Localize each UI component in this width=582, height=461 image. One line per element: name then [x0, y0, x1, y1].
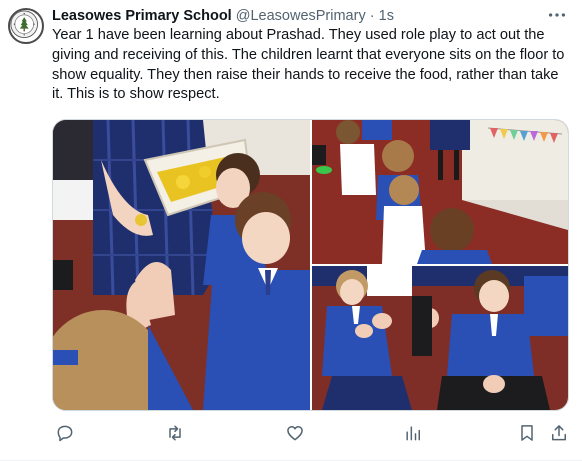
separator: ·: [369, 8, 375, 24]
like-button[interactable]: [282, 420, 308, 446]
photo-hands-receiving-food[interactable]: [53, 120, 310, 410]
bookmark-button[interactable]: [514, 420, 540, 446]
views-button[interactable]: [400, 420, 426, 446]
retweet-icon: [169, 425, 181, 441]
bookmark-icon: [521, 425, 533, 441]
reply-button[interactable]: [52, 420, 78, 446]
tweet: Leasowes Primary School @LeasowesPrimary…: [0, 0, 582, 461]
school-crest-icon: [10, 10, 38, 38]
share-button[interactable]: [546, 420, 572, 446]
more-horizontal-icon: [548, 13, 566, 17]
media-grid: [52, 119, 569, 411]
action-bar: [52, 420, 568, 446]
heart-icon: [287, 426, 303, 441]
photo-children-raising-hands[interactable]: [312, 266, 568, 410]
timestamp[interactable]: 1s: [379, 8, 394, 24]
author-name[interactable]: Leasowes Primary School: [52, 8, 232, 24]
tweet-text: Year 1 have been learning about Prashad.…: [52, 27, 565, 103]
retweet-button[interactable]: [162, 420, 188, 446]
tweet-header: Leasowes Primary School @LeasowesPrimary…: [52, 7, 538, 25]
classroom-photo-2: [312, 120, 568, 264]
classroom-photo-3: [312, 266, 568, 410]
more-options-button[interactable]: [546, 4, 570, 26]
author-handle[interactable]: @LeasowesPrimary: [236, 8, 366, 24]
photo-children-sitting-floor[interactable]: [312, 120, 568, 264]
views-chart-icon: [406, 426, 420, 441]
reply-icon: [57, 425, 73, 442]
share-icon: [552, 425, 566, 441]
classroom-photo-1: [53, 120, 310, 410]
avatar[interactable]: [8, 8, 44, 44]
